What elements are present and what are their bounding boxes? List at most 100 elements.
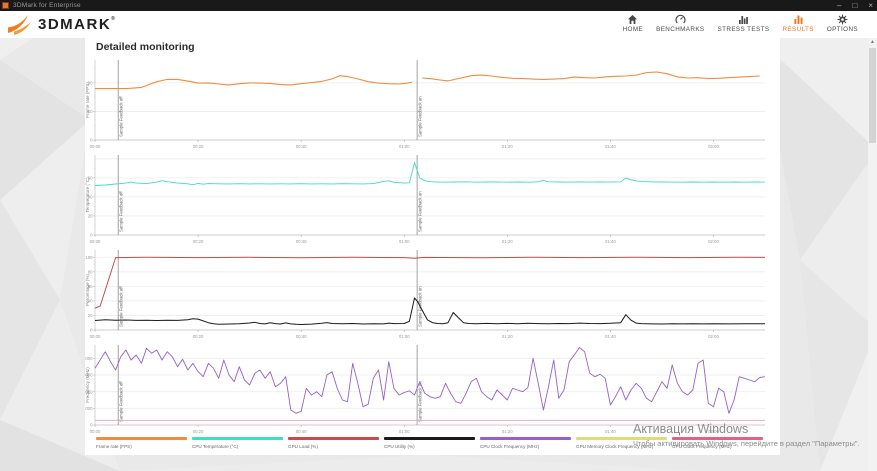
x-tick-label: 01:40 [605, 144, 616, 149]
x-tick-label: 00:00 [90, 239, 101, 244]
legend-swatch [96, 437, 187, 440]
nav-item-results[interactable]: RESULTS [780, 13, 815, 34]
x-tick-label: 00:20 [193, 334, 204, 339]
nav-item-stress-tests[interactable]: STRESS TESTS [716, 13, 772, 34]
nav-item-benchmarks[interactable]: BENCHMARKS [654, 13, 706, 34]
legend-item-1: CPU Temperature (°C) [192, 437, 288, 449]
x-tick-label: 00:20 [193, 144, 204, 149]
home-icon [627, 14, 638, 25]
legend-item-3: CPU Utility (%) [384, 437, 480, 449]
options-icon [837, 14, 848, 25]
legend-item-0: Frame rate (FPS) [96, 437, 192, 449]
logo-swoosh-icon [8, 15, 31, 35]
vertical-scrollbar[interactable]: ▲ [868, 38, 877, 471]
nav-item-home[interactable]: HOME [621, 13, 646, 34]
results-icon [793, 14, 804, 25]
x-tick-label: 01:40 [605, 334, 616, 339]
y-axis-title: Frame rate (FPS) [85, 82, 90, 118]
y-tick-label: 80 [88, 269, 93, 274]
content-panel: Detailed monitoring 0 10 20 00:00 00:20 00:40… [83, 38, 780, 455]
legend-label: CPU Clock Frequency (MHz) [480, 444, 540, 449]
percentage-chart: 0 20 40 60 80 100 00:00 00:20 00:40 01:00 01:20 01:… [85, 248, 780, 342]
registered-mark: ® [111, 16, 117, 22]
legend-label: CPU Temperature (°C) [192, 444, 239, 449]
app-icon [2, 2, 9, 9]
close-button[interactable]: × [868, 0, 873, 11]
benchmarks-icon [675, 14, 686, 25]
legend-label: GPU Load (%) [288, 444, 318, 449]
app-window: 3DMark for Enterprise – □ × 3DMARK® HOME [0, 0, 877, 471]
x-tick-label: 00:00 [90, 334, 101, 339]
y-axis-title: Frequency (MHz) [85, 367, 90, 403]
x-tick-label: 00:20 [193, 429, 204, 434]
scrollbar-thumb[interactable] [869, 48, 876, 143]
x-tick-label: 01:40 [605, 239, 616, 244]
legend-swatch [192, 437, 283, 440]
x-tick-label: 01:20 [502, 429, 513, 434]
temperature-chart: 0 20 40 60 00:00 00:20 00:40 01:00 01:20 01:40 02:… [85, 153, 780, 247]
legend-item-6: GPU Clock Frequency (MHz) [672, 437, 768, 449]
page-title: Detailed monitoring [96, 41, 195, 53]
window-titlebar[interactable]: 3DMark for Enterprise – □ × [0, 0, 877, 11]
marker-label: Sample Feedback on [418, 96, 423, 137]
series-line [94, 162, 766, 186]
y-axis-title: Temperature (°C) [85, 177, 90, 213]
x-tick-label: 01:00 [399, 334, 410, 339]
app-header: 3DMARK® HOME BENCHMARKS STRESS TESTS RES… [0, 11, 877, 38]
y-tick-label: 0 [90, 423, 93, 428]
x-tick-label: 02:00 [708, 239, 719, 244]
legend-swatch [384, 437, 475, 440]
x-tick-label: 01:00 [399, 239, 410, 244]
legend-swatch [576, 437, 667, 440]
marker-label: Sample Feedback on [418, 191, 423, 232]
frequency-chart: 0100020003000400000:0000:2000:4001:0001:… [83, 343, 780, 437]
y-tick-label: 0 [90, 138, 93, 143]
stress-tests-icon [738, 14, 749, 25]
legend-label: CPU Utility (%) [384, 444, 415, 449]
frame-rate-chart: 0 10 20 00:00 00:20 00:40 01:00 01:20 01:40 02:00… [85, 58, 780, 152]
legend-swatch [480, 437, 571, 440]
x-tick-label: 02:00 [708, 429, 719, 434]
y-tick-label: 20 [88, 214, 93, 219]
marker-label: Sample Feedback off [119, 191, 124, 232]
x-tick-label: 01:20 [502, 239, 513, 244]
x-tick-label: 00:20 [193, 239, 204, 244]
legend-item-2: GPU Load (%) [288, 437, 384, 449]
window-title: 3DMark for Enterprise [13, 2, 81, 9]
x-tick-label: 00:40 [296, 144, 307, 149]
y-tick-label: 20 [88, 313, 93, 318]
y-tick-label: 4000 [85, 356, 93, 361]
legend-label: Frame rate (FPS) [96, 444, 132, 449]
legend-label: GPU Clock Frequency (MHz) [672, 444, 732, 449]
logo: 3DMARK® [7, 13, 116, 36]
series-line [94, 347, 766, 414]
marker-label: Sample Feedback off [119, 286, 124, 327]
marker-label: Sample Feedback off [119, 96, 124, 137]
legend-item-4: CPU Clock Frequency (MHz) [480, 437, 576, 449]
x-tick-label: 01:20 [502, 334, 513, 339]
series-line [94, 297, 766, 325]
y-tick-label: 0 [90, 328, 93, 333]
x-tick-label: 00:40 [296, 429, 307, 434]
legend-swatch [288, 437, 379, 440]
nav-item-options[interactable]: OPTIONS [825, 13, 860, 34]
maximize-button[interactable]: □ [852, 0, 857, 11]
legend-swatch [672, 437, 763, 440]
x-tick-label: 01:40 [605, 429, 616, 434]
minimize-button[interactable]: – [837, 0, 841, 11]
legend-item-5: GPU Memory Clock Frequency (MHz) [576, 437, 672, 449]
x-tick-label: 01:00 [399, 429, 410, 434]
x-tick-label: 00:00 [90, 144, 101, 149]
series-line [422, 71, 760, 82]
legend-label: GPU Memory Clock Frequency (MHz) [576, 444, 654, 449]
x-tick-label: 00:40 [296, 334, 307, 339]
x-tick-label: 00:00 [90, 429, 101, 434]
chart-legend: Frame rate (FPS) CPU Temperature (°C) GPU … [96, 437, 768, 449]
x-tick-label: 00:40 [296, 239, 307, 244]
scroll-up-icon[interactable]: ▲ [868, 38, 877, 47]
logo-text: 3DMARK® [38, 16, 117, 33]
main-nav: HOME BENCHMARKS STRESS TESTS RESULTS OPT… [621, 13, 860, 34]
x-tick-label: 01:20 [502, 144, 513, 149]
marker-label: Sample Feedback off [119, 381, 124, 422]
y-tick-label: 1000 [85, 406, 93, 411]
